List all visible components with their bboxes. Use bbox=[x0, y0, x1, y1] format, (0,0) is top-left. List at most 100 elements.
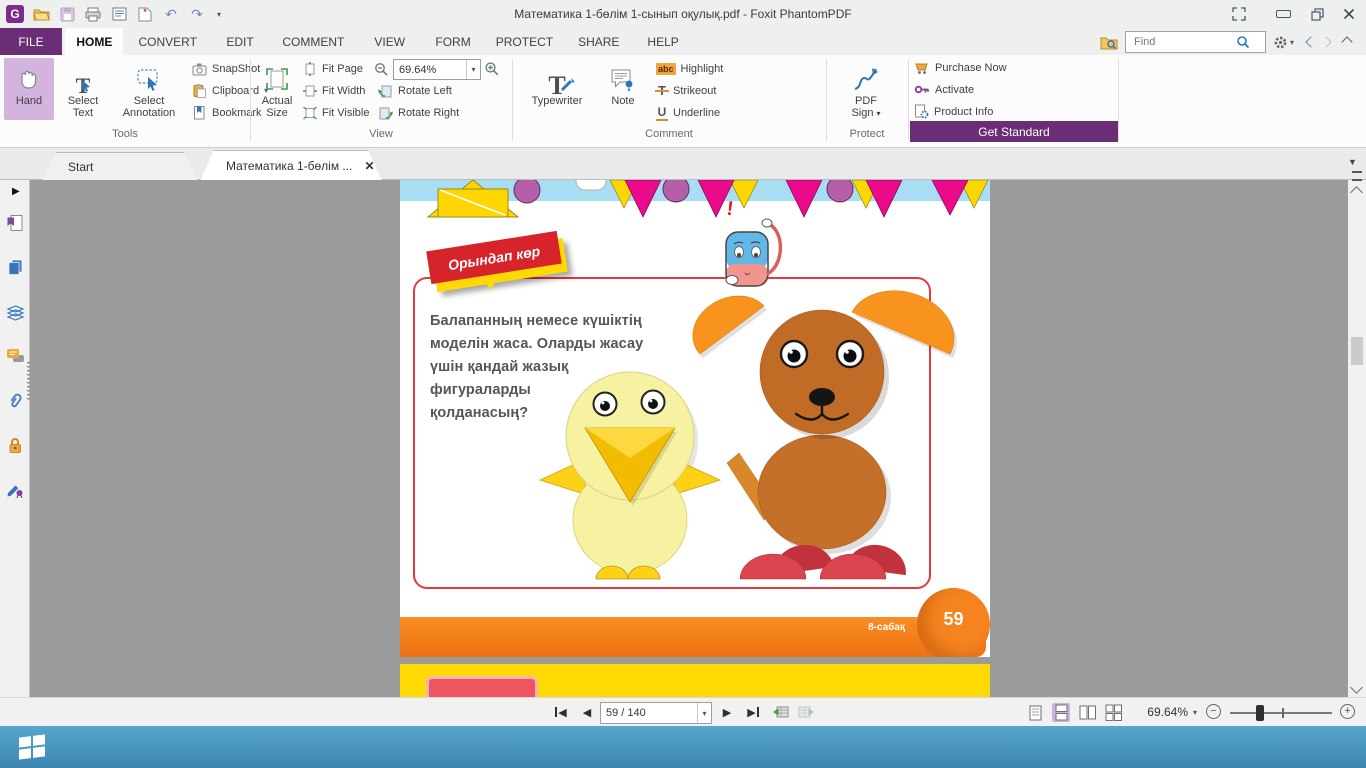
tab-file[interactable]: FILE bbox=[0, 28, 62, 55]
find-options-button[interactable]: ▾ bbox=[1273, 35, 1294, 50]
pages-panel-icon[interactable] bbox=[6, 258, 24, 276]
underline-button[interactable]: U Underline bbox=[656, 104, 720, 121]
page-number-field[interactable]: 59 / 140▾ bbox=[600, 702, 712, 724]
bookmarks-panel-icon[interactable] bbox=[6, 214, 24, 232]
zoom-out-button[interactable]: − bbox=[1206, 704, 1221, 719]
customize-qat-icon[interactable]: ▾ bbox=[214, 5, 224, 23]
tab-share[interactable]: SHARE bbox=[567, 28, 631, 55]
layout-switch-button[interactable] bbox=[1228, 5, 1250, 23]
close-tab-icon[interactable]: ✕ bbox=[364, 159, 374, 173]
typewriter-button[interactable]: T Typewriter bbox=[518, 58, 596, 120]
security-panel-icon[interactable] bbox=[6, 436, 24, 454]
signatures-panel-icon[interactable] bbox=[6, 480, 24, 498]
hand-label: Hand bbox=[16, 95, 42, 107]
tab-form[interactable]: FORM bbox=[424, 28, 482, 55]
tab-home[interactable]: HOME bbox=[65, 28, 123, 55]
search-icon[interactable] bbox=[1236, 35, 1250, 49]
tab-list-dropdown-icon[interactable]: ▼ bbox=[1348, 157, 1357, 167]
save-icon[interactable] bbox=[58, 5, 76, 23]
find-input[interactable] bbox=[1132, 35, 1236, 49]
layers-panel-icon[interactable] bbox=[6, 304, 24, 322]
tab-edit[interactable]: EDIT bbox=[212, 28, 268, 55]
rotate-right-button[interactable]: Rotate Right bbox=[378, 104, 459, 121]
select-annotation-button[interactable]: Select Annotation bbox=[110, 58, 188, 120]
zoom-level-combo[interactable]: 69.64%▾ bbox=[393, 59, 481, 80]
attachments-panel-icon[interactable] bbox=[6, 392, 24, 410]
pdf-page: ! Орындап көр Балапанның немесе күшіктің… bbox=[400, 180, 990, 657]
scroll-up-icon[interactable] bbox=[1350, 186, 1363, 199]
single-page-layout-icon[interactable] bbox=[1026, 703, 1044, 722]
collapse-ribbon-icon[interactable] bbox=[1341, 36, 1352, 47]
previous-page-button[interactable]: ◀ bbox=[576, 702, 598, 722]
last-page-button[interactable]: ▶ bbox=[742, 702, 764, 722]
find-previous-icon[interactable] bbox=[1305, 36, 1316, 47]
tab-protect[interactable]: PROTECT bbox=[485, 28, 563, 55]
tab-start-label: Start bbox=[68, 160, 93, 174]
select-annotation-icon bbox=[136, 60, 162, 92]
tab-convert[interactable]: CONVERT bbox=[127, 28, 209, 55]
zoom-slider-thumb[interactable] bbox=[1256, 705, 1264, 721]
undo-icon[interactable]: ↶ bbox=[162, 5, 180, 23]
fit-page-button[interactable]: Fit Page bbox=[303, 60, 363, 77]
zoom-slider-track[interactable] bbox=[1230, 712, 1332, 714]
redo-icon[interactable]: ↷ bbox=[188, 5, 206, 23]
hand-tool-button[interactable]: Hand bbox=[4, 58, 54, 120]
fit-width-button[interactable]: Fit Width bbox=[303, 82, 365, 99]
select-text-button[interactable]: T Select Text bbox=[57, 58, 109, 120]
new-document-icon[interactable]: * bbox=[136, 5, 154, 23]
tab-start[interactable]: Start bbox=[42, 152, 198, 181]
tab-view[interactable]: VIEW bbox=[359, 28, 421, 55]
foxit-logo-icon[interactable]: G bbox=[6, 5, 24, 23]
search-folder-icon[interactable] bbox=[1100, 35, 1118, 50]
page-number-value: 59 / 140 bbox=[601, 707, 697, 719]
rotate-left-button[interactable]: Rotate Left bbox=[378, 82, 452, 99]
find-next-icon[interactable] bbox=[1320, 36, 1331, 47]
scrollbar-thumb[interactable] bbox=[1351, 337, 1363, 365]
highlight-label: Highlight bbox=[681, 63, 724, 75]
highlight-button[interactable]: abc Highlight bbox=[656, 60, 723, 77]
previous-view-icon[interactable] bbox=[772, 704, 789, 719]
actual-size-button[interactable]: Actual Size bbox=[253, 58, 301, 120]
vertical-scrollbar[interactable] bbox=[1348, 180, 1366, 697]
comments-panel-icon[interactable] bbox=[6, 348, 24, 366]
next-view-icon[interactable] bbox=[798, 704, 815, 719]
scrollbar-split-handle[interactable] bbox=[1352, 171, 1362, 181]
facing-layout-icon[interactable] bbox=[1078, 703, 1096, 722]
fit-width-label: Fit Width bbox=[322, 85, 365, 97]
bookmark-button[interactable]: Bookmark bbox=[192, 104, 262, 121]
minimize-button[interactable] bbox=[1272, 5, 1294, 23]
zoom-in-button[interactable]: + bbox=[1340, 704, 1355, 719]
restore-button[interactable] bbox=[1306, 5, 1328, 23]
underline-icon: U bbox=[656, 105, 668, 121]
tab-comment[interactable]: COMMENT bbox=[271, 28, 355, 55]
open-file-icon[interactable] bbox=[32, 5, 50, 23]
cart-icon bbox=[914, 60, 930, 75]
activate-button[interactable]: Activate bbox=[914, 81, 974, 98]
rotate-right-icon bbox=[378, 106, 393, 120]
expand-panel-icon[interactable]: ▶ bbox=[12, 186, 20, 197]
pdf-sign-button[interactable]: PDFSign ▾ bbox=[834, 58, 898, 120]
strikeout-button[interactable]: T Strikeout bbox=[656, 82, 716, 99]
tab-document[interactable]: Математика 1-бөлім ... ✕ bbox=[200, 150, 382, 181]
note-button[interactable]: Note bbox=[598, 58, 648, 120]
zoom-out-icon[interactable] bbox=[374, 62, 389, 77]
continuous-facing-layout-icon[interactable] bbox=[1104, 703, 1122, 722]
continuous-layout-icon[interactable] bbox=[1052, 703, 1070, 722]
email-doc-icon[interactable] bbox=[110, 5, 128, 23]
find-input-box[interactable] bbox=[1125, 31, 1266, 53]
product-info-button[interactable]: Product Info bbox=[914, 103, 993, 120]
zoom-dropdown-icon[interactable]: ▾ bbox=[1193, 708, 1197, 717]
tab-help[interactable]: HELP bbox=[634, 28, 692, 55]
zoom-in-icon[interactable] bbox=[484, 61, 500, 77]
purchase-now-label: Purchase Now bbox=[935, 62, 1007, 74]
get-standard-button[interactable]: Get Standard bbox=[910, 121, 1118, 142]
purchase-now-button[interactable]: Purchase Now bbox=[914, 59, 1007, 76]
scroll-down-icon[interactable] bbox=[1350, 681, 1363, 694]
close-button[interactable] bbox=[1338, 5, 1360, 23]
fit-visible-button[interactable]: Fit Visible bbox=[303, 104, 369, 121]
next-page-button[interactable]: ▶ bbox=[716, 702, 738, 722]
first-page-button[interactable]: ◀ bbox=[550, 702, 572, 722]
start-button[interactable] bbox=[0, 726, 64, 768]
gear-icon bbox=[1273, 35, 1288, 50]
print-icon[interactable] bbox=[84, 5, 102, 23]
